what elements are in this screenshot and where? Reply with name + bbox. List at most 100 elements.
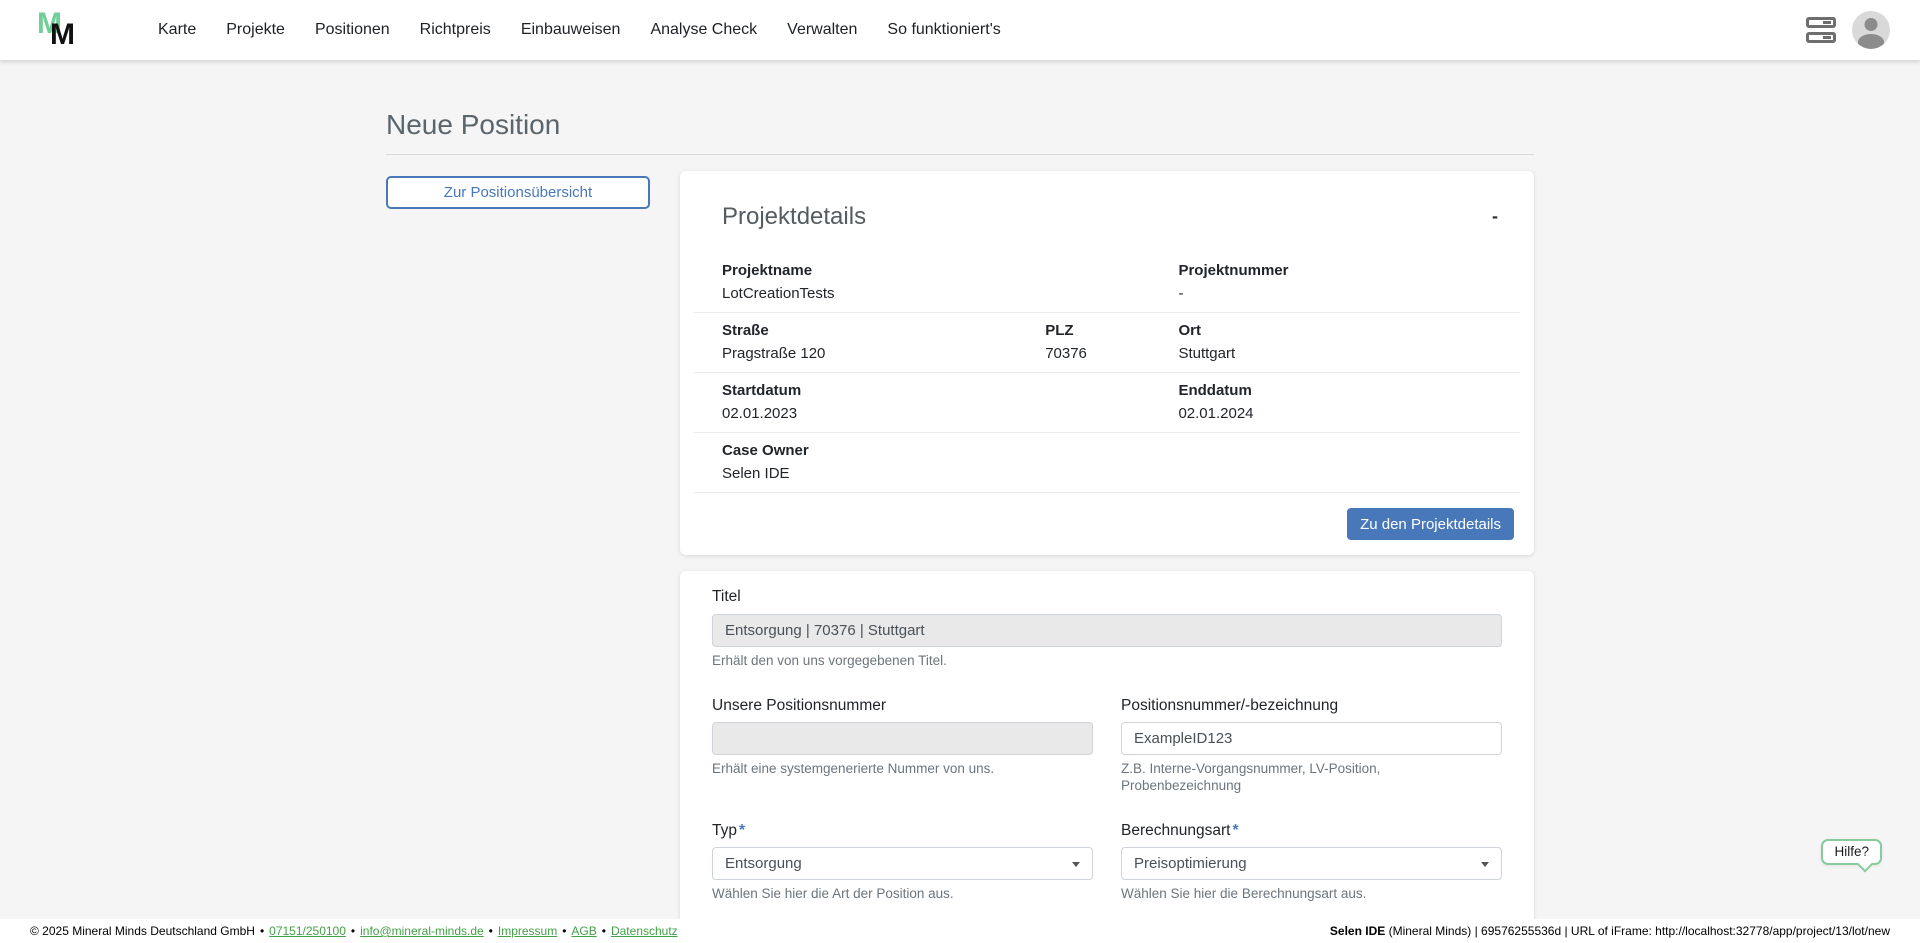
field-label: Case Owner <box>722 441 1045 461</box>
phone-link[interactable]: 07151/250100 <box>269 924 346 938</box>
berechnungsart-selected-value: Preisoptimierung <box>1134 855 1247 872</box>
field-value: - <box>1178 284 1520 304</box>
table-row: Projektname LotCreationTests Projektnumm… <box>694 253 1520 313</box>
typ-select[interactable]: Entsorgung <box>712 847 1093 880</box>
unsere-positionsnummer-help-text: Erhält eine systemgenerierte Nummer von … <box>712 761 1093 778</box>
logo-black-m-icon: M <box>50 20 73 50</box>
top-navbar: M M Karte Projekte Positionen Richtpreis… <box>0 0 1920 60</box>
unsere-positionsnummer-input <box>712 722 1093 755</box>
berechnungsart-label: Berechnungsart* <box>1121 821 1502 840</box>
nav-item-einbauweisen[interactable]: Einbauweisen <box>506 0 636 60</box>
right-column: Projektdetails - Projektname LotCreation… <box>680 171 1534 943</box>
field-label: Startdatum <box>722 381 1045 401</box>
server-list-icon[interactable] <box>1806 17 1836 43</box>
nav-item-verwalten[interactable]: Verwalten <box>772 0 872 60</box>
field-plz: PLZ 70376 <box>1045 321 1178 363</box>
page-footer: © 2025 Mineral Minds Deutschland GmbH • … <box>0 919 1920 943</box>
datenschutz-link[interactable]: Datenschutz <box>611 924 678 938</box>
berechnungsart-select[interactable]: Preisoptimierung <box>1121 847 1502 880</box>
table-row: Startdatum 02.01.2023 Enddatum 02.01.202… <box>694 373 1520 433</box>
field-value: Pragstraße 120 <box>722 344 1045 364</box>
nav-item-karte[interactable]: Karte <box>143 0 211 60</box>
field-label: Enddatum <box>1178 381 1520 401</box>
typ-group: Typ* Entsorgung Wählen Sie hier die Art … <box>712 821 1093 903</box>
agb-link[interactable]: AGB <box>571 924 596 938</box>
field-label: Straße <box>722 321 1045 341</box>
server-bar-icon <box>1806 17 1836 28</box>
typ-label: Typ* <box>712 821 1093 840</box>
separator-dot: • <box>351 924 355 938</box>
field-value: 70376 <box>1045 344 1178 364</box>
titel-label: Titel <box>712 587 1502 606</box>
table-row: Case Owner Selen IDE <box>694 433 1520 493</box>
field-value: Selen IDE <box>722 464 1045 484</box>
unsere-positionsnummer-label: Unsere Positionsnummer <box>712 696 1093 715</box>
mineral-minds-logo[interactable]: M M <box>37 7 95 53</box>
typ-help-text: Wählen Sie hier die Art der Position aus… <box>712 886 1093 903</box>
field-label: Projektname <box>722 261 1045 281</box>
required-marker: * <box>1232 822 1238 839</box>
session-details: (Mineral Minds) | 69576255536d | URL of … <box>1385 924 1890 938</box>
main-navigation: Karte Projekte Positionen Richtpreis Ein… <box>143 0 1016 60</box>
chevron-down-icon <box>1072 862 1080 867</box>
collapse-card-button[interactable]: - <box>1484 203 1506 229</box>
email-link[interactable]: info@mineral-minds.de <box>360 924 484 938</box>
page-title: Neue Position <box>386 108 1534 155</box>
user-avatar-icon[interactable] <box>1852 11 1890 49</box>
berechnungsart-group: Berechnungsart* Preisoptimierung Wählen … <box>1121 821 1502 903</box>
impressum-link[interactable]: Impressum <box>498 924 557 938</box>
separator-dot: • <box>602 924 606 938</box>
titel-input <box>712 614 1502 647</box>
field-strasse: Straße Pragstraße 120 <box>722 321 1045 363</box>
field-startdatum: Startdatum 02.01.2023 <box>722 381 1045 423</box>
positionsnummer-input[interactable] <box>1121 722 1502 755</box>
project-details-table: Projektname LotCreationTests Projektnumm… <box>694 253 1520 493</box>
unsere-positionsnummer-group: Unsere Positionsnummer Erhält eine syste… <box>712 696 1093 795</box>
berechnungsart-help-text: Wählen Sie hier die Berechnungsart aus. <box>1121 886 1502 903</box>
chevron-down-icon <box>1481 862 1489 867</box>
separator-dot: • <box>562 924 566 938</box>
field-value: Stuttgart <box>1178 344 1520 364</box>
go-to-project-details-button[interactable]: Zu den Projektdetails <box>1347 508 1514 540</box>
field-enddatum: Enddatum 02.01.2024 <box>1178 381 1520 423</box>
separator-dot: • <box>260 924 264 938</box>
back-to-positions-button[interactable]: Zur Positionsübersicht <box>386 176 650 209</box>
field-value: 02.01.2023 <box>722 404 1045 424</box>
required-marker: * <box>739 822 745 839</box>
field-label: Projektnummer <box>1178 261 1520 281</box>
navbar-actions <box>1806 11 1890 49</box>
main-content: Neue Position Zur Positionsübersicht Pro… <box>386 60 1534 943</box>
titel-group: Titel Erhält den von uns vorgegebenen Ti… <box>712 587 1502 669</box>
new-position-form-card: Titel Erhält den von uns vorgegebenen Ti… <box>680 571 1534 943</box>
left-column: Zur Positionsübersicht <box>386 171 650 209</box>
avatar-body-shape <box>1858 34 1884 49</box>
copyright-text: © 2025 Mineral Minds Deutschland GmbH <box>30 924 255 938</box>
project-details-card: Projektdetails - Projektname LotCreation… <box>680 171 1534 556</box>
field-projektname: Projektname LotCreationTests <box>722 261 1045 303</box>
nav-item-so-funktionierts[interactable]: So funktioniert's <box>872 0 1015 60</box>
avatar-head-shape <box>1865 18 1878 31</box>
session-info: Selen IDE (Mineral Minds) | 69576255536d… <box>1330 924 1890 938</box>
typ-selected-value: Entsorgung <box>725 855 802 872</box>
field-case-owner: Case Owner Selen IDE <box>722 441 1045 483</box>
nav-item-positionen[interactable]: Positionen <box>300 0 405 60</box>
project-details-title: Projektdetails <box>722 203 866 232</box>
nav-item-analyse-check[interactable]: Analyse Check <box>635 0 772 60</box>
positionsnummer-help-text: Z.B. Interne-Vorgangsnummer, LV-Position… <box>1121 761 1502 795</box>
titel-help-text: Erhält den von uns vorgegebenen Titel. <box>712 653 1502 670</box>
field-value: LotCreationTests <box>722 284 1045 304</box>
field-projektnummer: Projektnummer - <box>1178 261 1520 303</box>
positionsnummer-label: Positionsnummer/-bezeichnung <box>1121 696 1502 715</box>
positionsnummer-group: Positionsnummer/-bezeichnung Z.B. Intern… <box>1121 696 1502 795</box>
field-label: Ort <box>1178 321 1520 341</box>
nav-item-richtpreis[interactable]: Richtpreis <box>405 0 506 60</box>
session-user-name: Selen IDE <box>1330 924 1385 938</box>
field-label: PLZ <box>1045 321 1178 341</box>
server-bar-icon <box>1806 32 1836 43</box>
table-row: Straße Pragstraße 120 PLZ 70376 Ort Stut… <box>694 313 1520 373</box>
help-button[interactable]: Hilfe? <box>1821 839 1882 865</box>
field-value: 02.01.2024 <box>1178 404 1520 424</box>
nav-item-projekte[interactable]: Projekte <box>211 0 300 60</box>
footer-left: © 2025 Mineral Minds Deutschland GmbH • … <box>30 924 678 938</box>
separator-dot: • <box>489 924 493 938</box>
